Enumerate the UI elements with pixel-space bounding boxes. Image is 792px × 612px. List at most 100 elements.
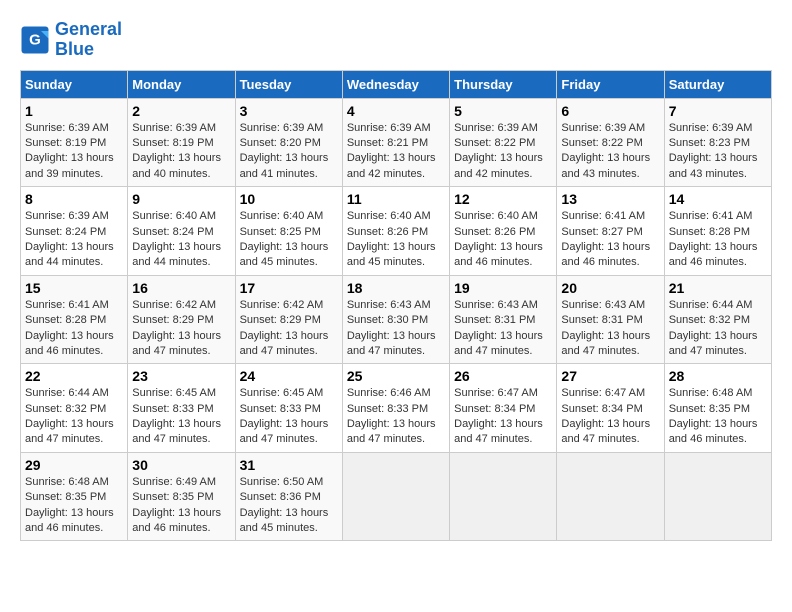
sunrise-label: Sunrise: 6:43 AM	[561, 299, 645, 311]
day-number: 9	[132, 191, 230, 207]
sunset-label: Sunset: 8:33 PM	[240, 403, 321, 415]
sunrise-label: Sunrise: 6:43 AM	[347, 299, 431, 311]
day-number: 2	[132, 103, 230, 119]
sunrise-label: Sunrise: 6:39 AM	[454, 122, 538, 134]
calendar-cell	[664, 452, 771, 541]
calendar-cell: 25 Sunrise: 6:46 AM Sunset: 8:33 PM Dayl…	[342, 364, 449, 453]
weekday-header: Sunday	[21, 70, 128, 98]
daylight-label: Daylight: 13 hours and 47 minutes.	[561, 330, 650, 357]
calendar-cell: 4 Sunrise: 6:39 AM Sunset: 8:21 PM Dayli…	[342, 98, 449, 187]
day-info: Sunrise: 6:40 AM Sunset: 8:26 PM Dayligh…	[347, 209, 445, 271]
daylight-label: Daylight: 13 hours and 47 minutes.	[240, 330, 329, 357]
day-number: 22	[25, 368, 123, 384]
logo: G General Blue	[20, 20, 122, 60]
daylight-label: Daylight: 13 hours and 41 minutes.	[240, 152, 329, 179]
day-info: Sunrise: 6:39 AM Sunset: 8:19 PM Dayligh…	[132, 121, 230, 183]
daylight-label: Daylight: 13 hours and 45 minutes.	[240, 241, 329, 268]
day-info: Sunrise: 6:44 AM Sunset: 8:32 PM Dayligh…	[25, 386, 123, 448]
calendar-cell: 23 Sunrise: 6:45 AM Sunset: 8:33 PM Dayl…	[128, 364, 235, 453]
sunrise-label: Sunrise: 6:39 AM	[132, 122, 216, 134]
calendar-week-row: 29 Sunrise: 6:48 AM Sunset: 8:35 PM Dayl…	[21, 452, 772, 541]
sunrise-label: Sunrise: 6:39 AM	[25, 210, 109, 222]
sunrise-label: Sunrise: 6:40 AM	[454, 210, 538, 222]
sunset-label: Sunset: 8:19 PM	[132, 137, 213, 149]
calendar-cell: 9 Sunrise: 6:40 AM Sunset: 8:24 PM Dayli…	[128, 187, 235, 276]
calendar-cell: 15 Sunrise: 6:41 AM Sunset: 8:28 PM Dayl…	[21, 275, 128, 364]
calendar-cell: 26 Sunrise: 6:47 AM Sunset: 8:34 PM Dayl…	[450, 364, 557, 453]
calendar-cell	[450, 452, 557, 541]
calendar-cell: 6 Sunrise: 6:39 AM Sunset: 8:22 PM Dayli…	[557, 98, 664, 187]
calendar-cell: 16 Sunrise: 6:42 AM Sunset: 8:29 PM Dayl…	[128, 275, 235, 364]
day-info: Sunrise: 6:42 AM Sunset: 8:29 PM Dayligh…	[132, 298, 230, 360]
calendar-cell: 24 Sunrise: 6:45 AM Sunset: 8:33 PM Dayl…	[235, 364, 342, 453]
sunrise-label: Sunrise: 6:39 AM	[669, 122, 753, 134]
sunset-label: Sunset: 8:35 PM	[132, 491, 213, 503]
calendar-cell: 1 Sunrise: 6:39 AM Sunset: 8:19 PM Dayli…	[21, 98, 128, 187]
sunrise-label: Sunrise: 6:41 AM	[669, 210, 753, 222]
day-info: Sunrise: 6:41 AM Sunset: 8:28 PM Dayligh…	[25, 298, 123, 360]
page-header: G General Blue	[20, 20, 772, 60]
daylight-label: Daylight: 13 hours and 47 minutes.	[25, 418, 114, 445]
day-info: Sunrise: 6:47 AM Sunset: 8:34 PM Dayligh…	[454, 386, 552, 448]
day-number: 21	[669, 280, 767, 296]
weekday-header: Friday	[557, 70, 664, 98]
sunset-label: Sunset: 8:28 PM	[669, 226, 750, 238]
daylight-label: Daylight: 13 hours and 47 minutes.	[669, 330, 758, 357]
daylight-label: Daylight: 13 hours and 47 minutes.	[132, 330, 221, 357]
calendar-cell: 30 Sunrise: 6:49 AM Sunset: 8:35 PM Dayl…	[128, 452, 235, 541]
daylight-label: Daylight: 13 hours and 46 minutes.	[454, 241, 543, 268]
daylight-label: Daylight: 13 hours and 47 minutes.	[347, 418, 436, 445]
sunrise-label: Sunrise: 6:40 AM	[347, 210, 431, 222]
day-info: Sunrise: 6:48 AM Sunset: 8:35 PM Dayligh…	[669, 386, 767, 448]
sunset-label: Sunset: 8:32 PM	[669, 314, 750, 326]
day-info: Sunrise: 6:50 AM Sunset: 8:36 PM Dayligh…	[240, 475, 338, 537]
calendar-cell: 21 Sunrise: 6:44 AM Sunset: 8:32 PM Dayl…	[664, 275, 771, 364]
sunrise-label: Sunrise: 6:42 AM	[132, 299, 216, 311]
sunrise-label: Sunrise: 6:48 AM	[25, 476, 109, 488]
day-info: Sunrise: 6:43 AM Sunset: 8:31 PM Dayligh…	[454, 298, 552, 360]
sunrise-label: Sunrise: 6:43 AM	[454, 299, 538, 311]
sunset-label: Sunset: 8:31 PM	[454, 314, 535, 326]
sunrise-label: Sunrise: 6:46 AM	[347, 387, 431, 399]
sunset-label: Sunset: 8:24 PM	[132, 226, 213, 238]
day-number: 10	[240, 191, 338, 207]
day-number: 1	[25, 103, 123, 119]
day-number: 18	[347, 280, 445, 296]
day-number: 28	[669, 368, 767, 384]
day-info: Sunrise: 6:47 AM Sunset: 8:34 PM Dayligh…	[561, 386, 659, 448]
day-number: 29	[25, 457, 123, 473]
day-info: Sunrise: 6:39 AM Sunset: 8:22 PM Dayligh…	[561, 121, 659, 183]
sunset-label: Sunset: 8:30 PM	[347, 314, 428, 326]
calendar-cell: 19 Sunrise: 6:43 AM Sunset: 8:31 PM Dayl…	[450, 275, 557, 364]
logo-icon: G	[20, 25, 50, 55]
calendar-week-row: 1 Sunrise: 6:39 AM Sunset: 8:19 PM Dayli…	[21, 98, 772, 187]
day-number: 6	[561, 103, 659, 119]
sunset-label: Sunset: 8:33 PM	[132, 403, 213, 415]
daylight-label: Daylight: 13 hours and 44 minutes.	[25, 241, 114, 268]
day-info: Sunrise: 6:41 AM Sunset: 8:28 PM Dayligh…	[669, 209, 767, 271]
logo-text: General Blue	[55, 20, 122, 60]
day-info: Sunrise: 6:40 AM Sunset: 8:24 PM Dayligh…	[132, 209, 230, 271]
sunrise-label: Sunrise: 6:39 AM	[25, 122, 109, 134]
day-number: 30	[132, 457, 230, 473]
daylight-label: Daylight: 13 hours and 47 minutes.	[561, 418, 650, 445]
sunset-label: Sunset: 8:35 PM	[25, 491, 106, 503]
calendar-table: SundayMondayTuesdayWednesdayThursdayFrid…	[20, 70, 772, 542]
sunset-label: Sunset: 8:26 PM	[347, 226, 428, 238]
daylight-label: Daylight: 13 hours and 46 minutes.	[561, 241, 650, 268]
sunrise-label: Sunrise: 6:42 AM	[240, 299, 324, 311]
day-number: 16	[132, 280, 230, 296]
sunset-label: Sunset: 8:36 PM	[240, 491, 321, 503]
calendar-cell: 29 Sunrise: 6:48 AM Sunset: 8:35 PM Dayl…	[21, 452, 128, 541]
daylight-label: Daylight: 13 hours and 46 minutes.	[669, 418, 758, 445]
day-info: Sunrise: 6:41 AM Sunset: 8:27 PM Dayligh…	[561, 209, 659, 271]
day-number: 12	[454, 191, 552, 207]
daylight-label: Daylight: 13 hours and 47 minutes.	[240, 418, 329, 445]
daylight-label: Daylight: 13 hours and 44 minutes.	[132, 241, 221, 268]
daylight-label: Daylight: 13 hours and 46 minutes.	[669, 241, 758, 268]
sunset-label: Sunset: 8:22 PM	[561, 137, 642, 149]
day-number: 8	[25, 191, 123, 207]
calendar-week-row: 22 Sunrise: 6:44 AM Sunset: 8:32 PM Dayl…	[21, 364, 772, 453]
sunrise-label: Sunrise: 6:41 AM	[25, 299, 109, 311]
weekday-header: Monday	[128, 70, 235, 98]
